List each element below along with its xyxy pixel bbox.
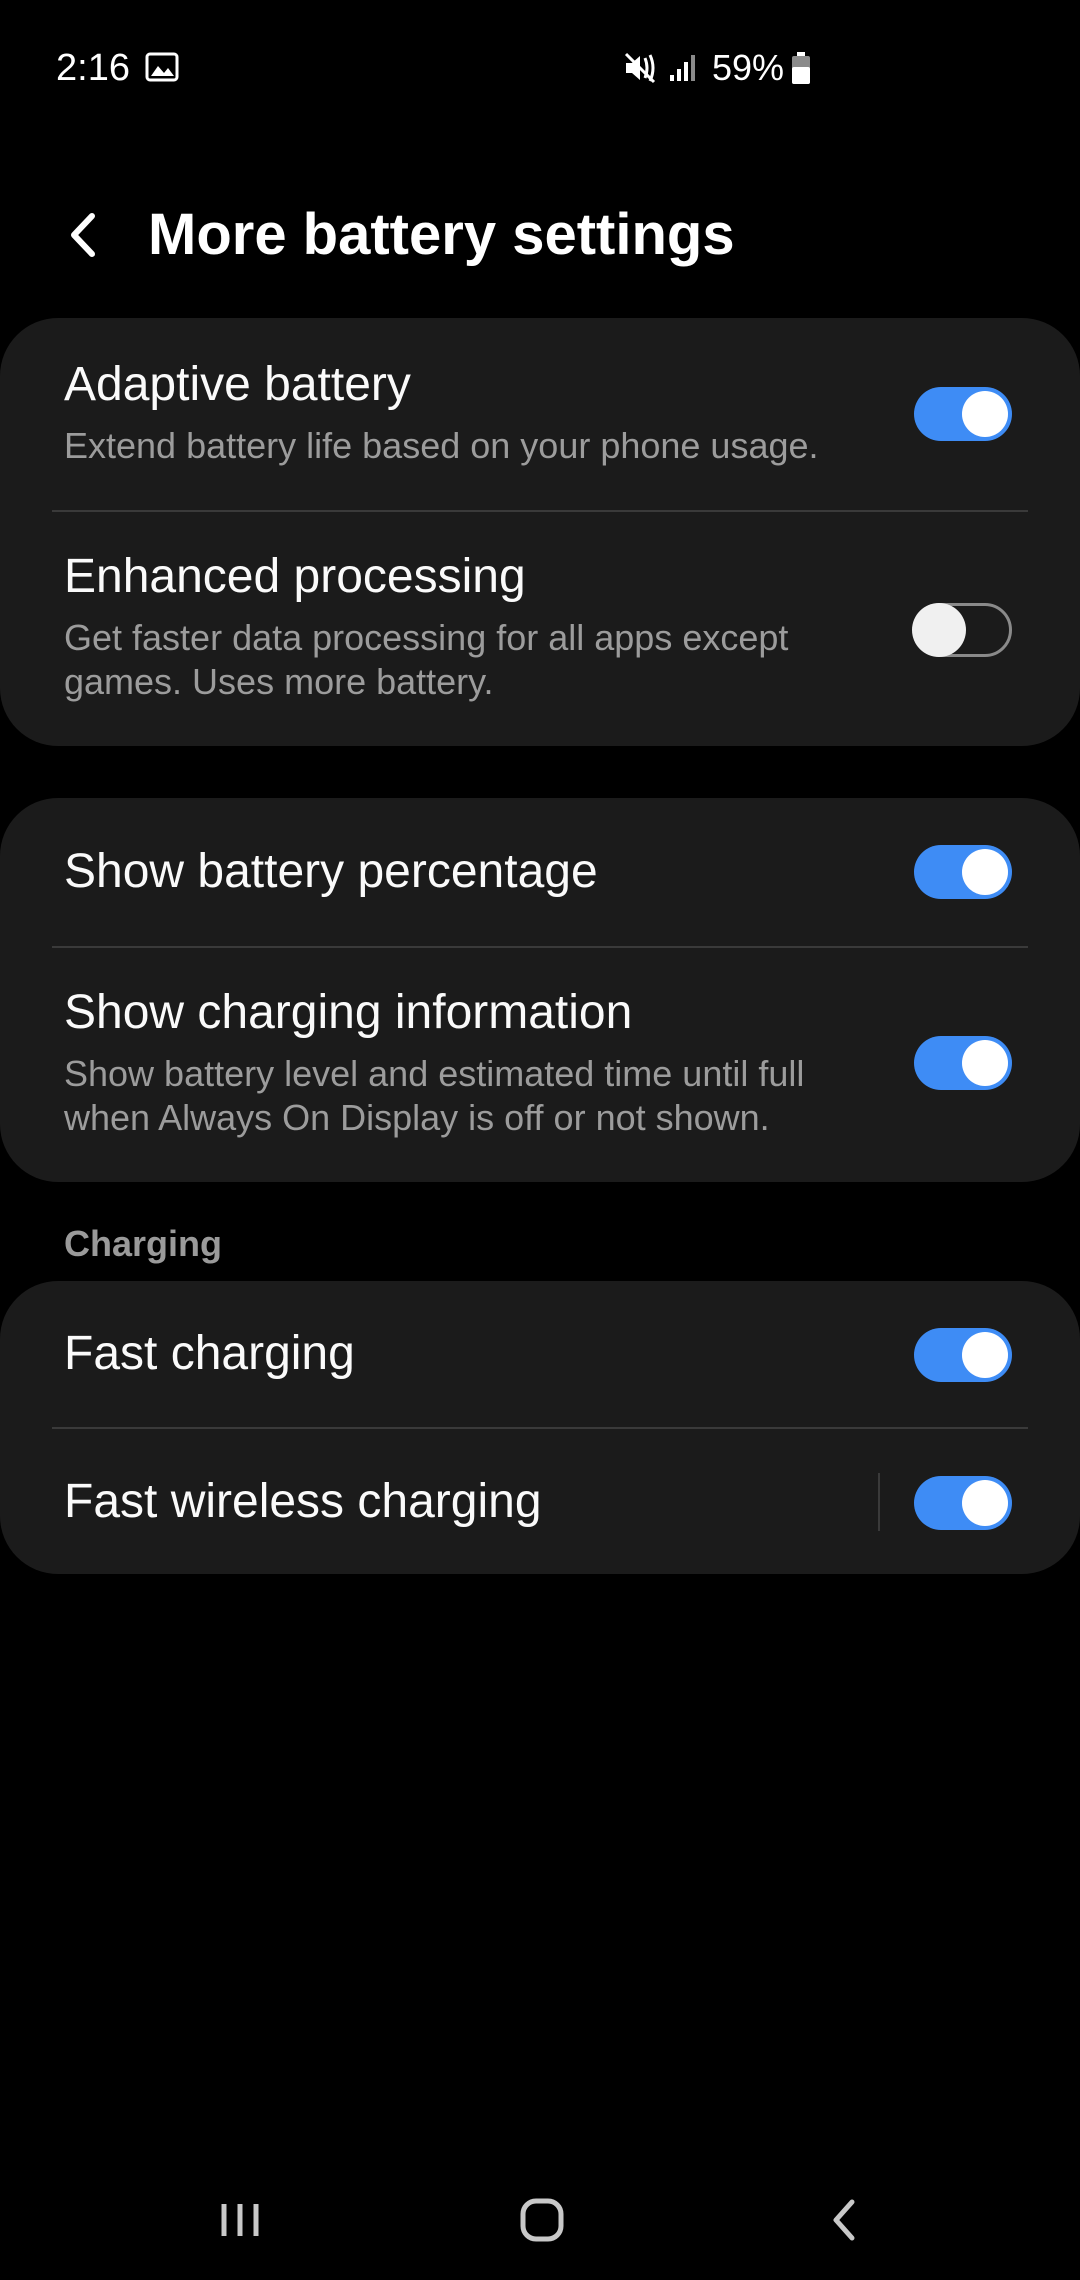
show-battery-percentage-toggle[interactable] — [914, 845, 1012, 899]
list-item-fast-wireless-charging[interactable]: Fast wireless charging — [0, 1429, 1080, 1574]
switch-divider — [878, 1473, 880, 1531]
show-charging-information-title: Show charging information — [64, 986, 633, 1039]
recents-icon — [221, 2204, 259, 2236]
toggle-knob — [962, 1332, 1008, 1378]
adaptive-battery-title: Adaptive battery — [64, 358, 411, 411]
settings-card-charging: Fast charging Fast wireless charging — [0, 1281, 1080, 1574]
recents-button[interactable] — [200, 2180, 280, 2260]
list-item-adaptive-battery[interactable]: Adaptive battery Extend battery life bas… — [0, 318, 1080, 510]
nav-back-button[interactable] — [804, 2180, 884, 2260]
status-bar: 2:16 59% — [0, 0, 1080, 135]
show-charging-information-subtitle: Show battery level and estimated time un… — [64, 1053, 805, 1138]
back-icon — [833, 2199, 855, 2241]
show-charging-information-toggle[interactable] — [914, 1036, 1012, 1090]
toggle-knob — [962, 1040, 1008, 1086]
enhanced-processing-toggle[interactable] — [912, 603, 1012, 657]
app-bar: More battery settings — [0, 190, 1080, 280]
toggle-knob — [962, 1480, 1008, 1526]
back-button[interactable] — [52, 203, 116, 267]
fast-wireless-charging-title: Fast wireless charging — [64, 1475, 542, 1528]
home-button[interactable] — [502, 2180, 582, 2260]
list-item-fast-charging[interactable]: Fast charging — [0, 1281, 1080, 1427]
enhanced-processing-title: Enhanced processing — [64, 550, 526, 603]
battery-icon — [792, 52, 810, 84]
page-title: More battery settings — [148, 202, 735, 267]
adaptive-battery-subtitle: Extend battery life based on your phone … — [64, 425, 819, 466]
fast-charging-title: Fast charging — [64, 1327, 355, 1380]
toggle-knob — [962, 849, 1008, 895]
back-arrow-icon — [71, 213, 95, 257]
enhanced-processing-subtitle: Get faster data processing for all apps … — [64, 617, 789, 702]
settings-card-display: Show battery percentage Show charging in… — [0, 798, 1080, 1182]
section-header-charging: Charging — [64, 1223, 222, 1264]
signal-icon — [669, 55, 695, 81]
status-icons: 59% — [622, 44, 812, 92]
status-time: 2:16 — [56, 47, 130, 89]
battery-percent: 59% — [711, 47, 784, 88]
toggle-knob — [962, 391, 1008, 437]
settings-card-battery: Adaptive battery Extend battery life bas… — [0, 318, 1080, 746]
navigation-bar — [0, 2160, 1080, 2280]
fast-charging-toggle[interactable] — [914, 1328, 1012, 1382]
list-item-enhanced-processing[interactable]: Enhanced processing Get faster data proc… — [0, 512, 1080, 746]
list-item-show-battery-percentage[interactable]: Show battery percentage — [0, 798, 1080, 946]
toggle-knob — [912, 603, 966, 657]
adaptive-battery-toggle[interactable] — [914, 387, 1012, 441]
gallery-icon — [145, 52, 179, 82]
fast-wireless-charging-toggle[interactable] — [914, 1476, 1012, 1530]
list-item-show-charging-information[interactable]: Show charging information Show battery l… — [0, 948, 1080, 1182]
home-icon — [520, 2198, 564, 2242]
mute-icon — [624, 52, 655, 84]
show-battery-percentage-title: Show battery percentage — [64, 845, 598, 898]
